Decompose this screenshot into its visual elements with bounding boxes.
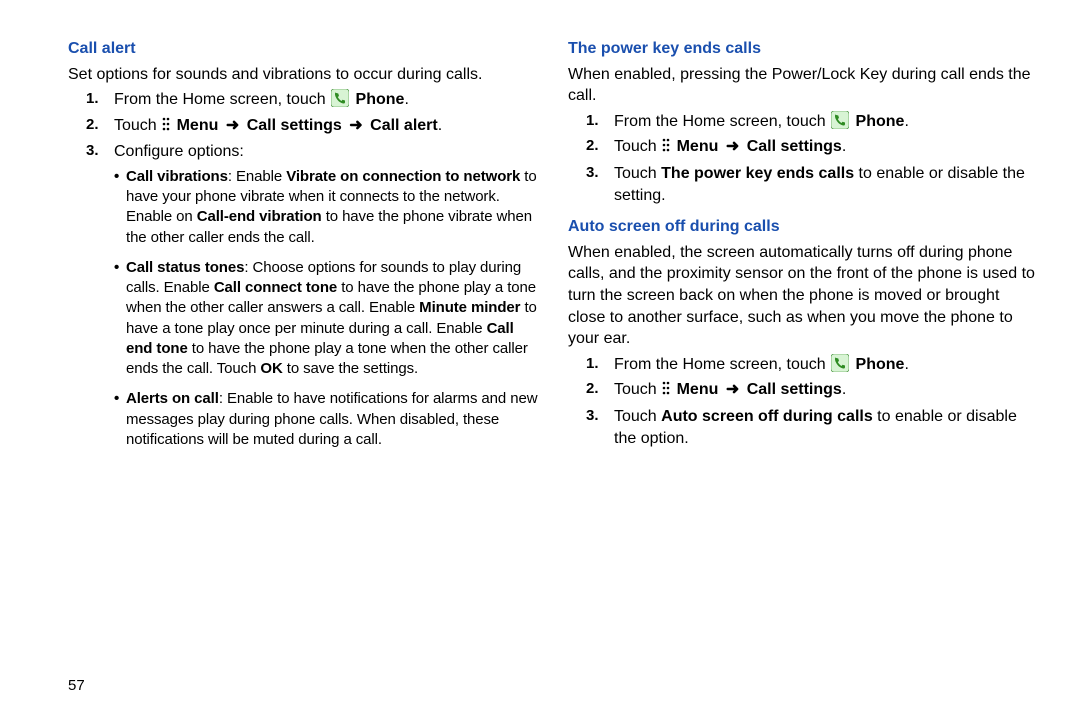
period: . [904, 356, 908, 373]
call-settings-label: Call settings [247, 117, 342, 134]
power-steps: From the Home screen, touch Phone. Touch [568, 111, 1038, 206]
phone-label: Phone [356, 91, 405, 108]
opt-title: Call status tones [126, 259, 244, 276]
opt-b: Auto screen off during calls [661, 408, 873, 425]
period: . [904, 113, 908, 130]
call-alert-label: Call alert [370, 117, 438, 134]
step-2: Touch Menu ➜ Call settings. [568, 379, 1038, 402]
menu-icon [662, 380, 670, 402]
phone-icon [331, 89, 349, 107]
opt-title: Alerts on call [126, 390, 219, 407]
options-list: Call vibrations: Enable Vibrate on conne… [114, 167, 538, 450]
step-text: From the Home screen, touch [114, 91, 330, 108]
call-settings-label: Call settings [747, 381, 842, 398]
period: . [404, 91, 408, 108]
menu-icon [662, 137, 670, 159]
page-number: 57 [68, 677, 85, 694]
t: Touch [614, 138, 661, 155]
arrow-icon: ➜ [226, 115, 239, 137]
menu-label: Menu [677, 138, 719, 155]
arrow-icon: ➜ [349, 115, 362, 137]
menu-label: Menu [677, 381, 719, 398]
bullet-alerts-on-call: Alerts on call: Enable to have notificat… [114, 389, 538, 450]
step-1: From the Home screen, touch Phone. [568, 111, 1038, 133]
heading-power-key: The power key ends calls [568, 38, 1038, 60]
phone-label: Phone [856, 356, 905, 373]
opt-title: Call vibrations [126, 168, 228, 185]
t: Touch [614, 165, 661, 182]
t: From the Home screen, touch [614, 356, 830, 373]
power-intro: When enabled, pressing the Power/Lock Ke… [568, 64, 1038, 107]
t: From the Home screen, touch [614, 113, 830, 130]
opt-b: Minute minder [419, 299, 520, 316]
call-alert-intro: Set options for sounds and vibrations to… [68, 64, 538, 86]
step-3: Touch The power key ends calls to enable… [568, 163, 1038, 206]
step-text: Configure options: [114, 143, 244, 160]
arrow-icon: ➜ [726, 379, 739, 401]
step-2: Touch Menu ➜ Call settings ➜ Call alert. [68, 115, 538, 138]
menu-label: Menu [177, 117, 219, 134]
phone-icon [831, 354, 849, 372]
call-settings-label: Call settings [747, 138, 842, 155]
opt-b: The power key ends calls [661, 165, 854, 182]
auto-steps: From the Home screen, touch Phone. Touch [568, 354, 1038, 449]
step-1: From the Home screen, touch Phone. [568, 354, 1038, 376]
auto-intro: When enabled, the screen automatically t… [568, 242, 1038, 350]
bullet-call-vibrations: Call vibrations: Enable Vibrate on conne… [114, 167, 538, 248]
opt-b: Call-end vibration [197, 208, 322, 225]
bullet-call-status-tones: Call status tones: Choose options for so… [114, 258, 538, 380]
t: Touch [614, 408, 661, 425]
t: to save the settings. [283, 360, 418, 377]
period: . [842, 138, 846, 155]
t: Touch [614, 381, 661, 398]
t: : Enable [228, 168, 286, 185]
opt-b: Call connect tone [214, 279, 337, 296]
period: . [438, 117, 442, 134]
heading-auto-screen: Auto screen off during calls [568, 216, 1038, 238]
period: . [842, 381, 846, 398]
opt-b: OK [260, 360, 282, 377]
phone-icon [831, 111, 849, 129]
step-3: Touch Auto screen off during calls to en… [568, 406, 1038, 449]
call-alert-steps: From the Home screen, touch Phone. Touch [68, 89, 538, 450]
manual-page: Call alert Set options for sounds and vi… [0, 0, 1080, 720]
step-3: Configure options: Call vibrations: Enab… [68, 141, 538, 450]
step-1: From the Home screen, touch Phone. [68, 89, 538, 111]
left-column: Call alert Set options for sounds and vi… [68, 38, 538, 696]
heading-call-alert: Call alert [68, 38, 538, 60]
right-column: The power key ends calls When enabled, p… [568, 38, 1038, 696]
step-2: Touch Menu ➜ Call settings. [568, 136, 1038, 159]
arrow-icon: ➜ [726, 136, 739, 158]
opt-b: Vibrate on connection to network [286, 168, 520, 185]
step-text: Touch [114, 117, 161, 134]
menu-icon [162, 116, 170, 138]
phone-label: Phone [856, 113, 905, 130]
